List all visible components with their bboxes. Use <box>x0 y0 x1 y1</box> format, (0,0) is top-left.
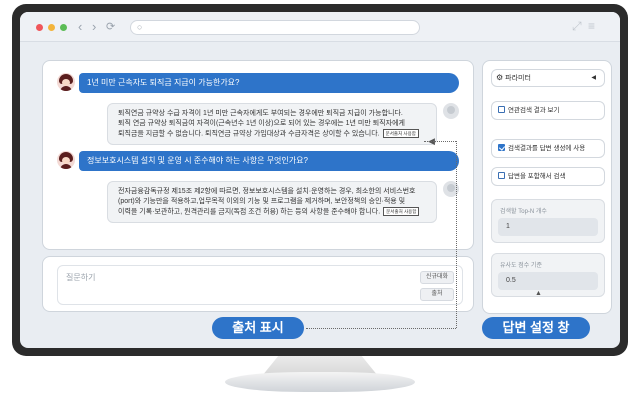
address-bar[interactable]: ○ <box>130 20 420 35</box>
question-bubble: 1년 미만 근속자도 퇴직금 지급이 가능한가요? <box>79 73 459 93</box>
topn-label: 검색할 Top-N 개수 <box>500 209 547 215</box>
include-answer-option[interactable]: 답변을 포함해서 검색 <box>491 167 605 186</box>
source-connector <box>456 141 457 328</box>
answer-line: 퇴직금을 지급할 수 없습니다. 퇴직연금 규약상 가입대상과 수급자격은 상이… <box>118 129 426 139</box>
use-search-checkbox[interactable] <box>498 144 505 151</box>
menu-icon[interactable]: ≡ <box>588 19 595 33</box>
similarity-card: 유사도 점수 기준 0.5 <box>491 253 605 297</box>
similarity-input[interactable]: 0.5 <box>498 272 598 290</box>
chat-panel: 1년 미만 근속자도 퇴직금 지급이 가능한가요? 퇴직연금 규약상 수급 자격… <box>42 60 474 250</box>
question-bubble: 정보보호시스템 설치 및 운영 시 준수해야 하는 사항은 무엇인가요? <box>79 151 459 171</box>
caret-left-icon: ◀ <box>591 75 596 81</box>
include-answer-checkbox[interactable] <box>498 172 505 179</box>
minimize-window-dot[interactable] <box>48 24 55 31</box>
source-connector <box>424 141 456 142</box>
related-search-option[interactable]: 연관검색 결과 보기 <box>491 101 605 120</box>
answer-bubble: 퇴직연금 규약상 수급 자격이 1년 미만 근속자에게도 부여되는 경우에만 퇴… <box>107 103 437 146</box>
settings-callout: 답변 설정 창 <box>482 317 590 339</box>
topn-input[interactable]: 1 <box>498 218 598 236</box>
input-panel: 질문하기 신규대화 출처 <box>42 256 474 312</box>
topn-card: 검색할 Top-N 개수 1 <box>491 199 605 243</box>
user-avatar <box>57 151 75 169</box>
answer-line: 전자금융감독규정 제15조 제2항에 따르면, 정보보호시스템을 설치·운영하는… <box>118 188 416 195</box>
source-tag[interactable]: 문서출처 사용함 <box>383 207 420 216</box>
submit-button[interactable]: 출처 <box>420 288 454 301</box>
expand-icon[interactable]: ⤢ <box>572 19 582 34</box>
answer-line: (port)와 기능만을 적용하고,업무목적 이외의 기능 및 프로그램을 제거… <box>118 198 406 205</box>
related-search-checkbox[interactable] <box>498 106 505 113</box>
source-callout: 출처 표시 <box>212 317 304 339</box>
back-icon[interactable]: ‹ <box>78 19 82 35</box>
similarity-label: 유사도 점수 기준 <box>500 263 542 269</box>
monitor-stand-base <box>225 372 415 392</box>
answer-line: 이력을 기록·보관하고, 원격관리를 금지(독점 조건 허용) 하는 등의 사항… <box>118 207 426 217</box>
browser-toolbar: ‹ › ⟳ ○ ⤢ ≡ <box>20 12 620 42</box>
bot-avatar <box>443 103 459 119</box>
gear-icon: ⚙ <box>496 73 504 82</box>
question-input[interactable]: 질문하기 신규대화 출처 <box>57 265 463 305</box>
answer-bubble: 전자금융감독규정 제15조 제2항에 따르면, 정보보호시스템을 설치·운영하는… <box>107 181 437 224</box>
source-tag[interactable]: 문서출처 사용함 <box>382 129 419 138</box>
source-connector <box>306 328 456 329</box>
search-icon: ○ <box>137 22 143 32</box>
use-search-option[interactable]: 검색결과를 답변 생성에 사용 <box>491 139 605 158</box>
answer-line: 퇴직 연금 규약상 퇴직금여 자격이(근속년수 1년 이상)으로 되어 있는 경… <box>118 120 405 127</box>
parameter-label: 파라미터 <box>505 75 531 82</box>
user-avatar <box>57 73 75 91</box>
maximize-window-dot[interactable] <box>60 24 67 31</box>
reload-icon[interactable]: ⟳ <box>106 19 115 35</box>
screen: ‹ › ⟳ ○ ⤢ ≡ 1년 미만 근속자도 퇴직금 지급이 가능한가요? 퇴직… <box>20 12 620 348</box>
monitor-frame: ‹ › ⟳ ○ ⤢ ≡ 1년 미만 근속자도 퇴직금 지급이 가능한가요? 퇴직… <box>12 4 628 356</box>
close-window-dot[interactable] <box>36 24 43 31</box>
input-placeholder: 질문하기 <box>66 273 96 282</box>
new-chat-button[interactable]: 신규대화 <box>420 271 454 284</box>
forward-icon[interactable]: › <box>92 19 96 35</box>
settings-pointer-arrow: ▲ <box>535 290 542 297</box>
parameter-dropdown[interactable]: ⚙ 파라미터 ◀ <box>491 69 605 87</box>
answer-line: 퇴직연금 규약상 수급 자격이 1년 미만 근속자에게도 부여되는 경우에만 퇴… <box>118 110 403 117</box>
answer-settings-panel: ⚙ 파라미터 ◀ 연관검색 결과 보기 검색결과를 답변 생성에 사용 답변을 포… <box>482 60 612 314</box>
